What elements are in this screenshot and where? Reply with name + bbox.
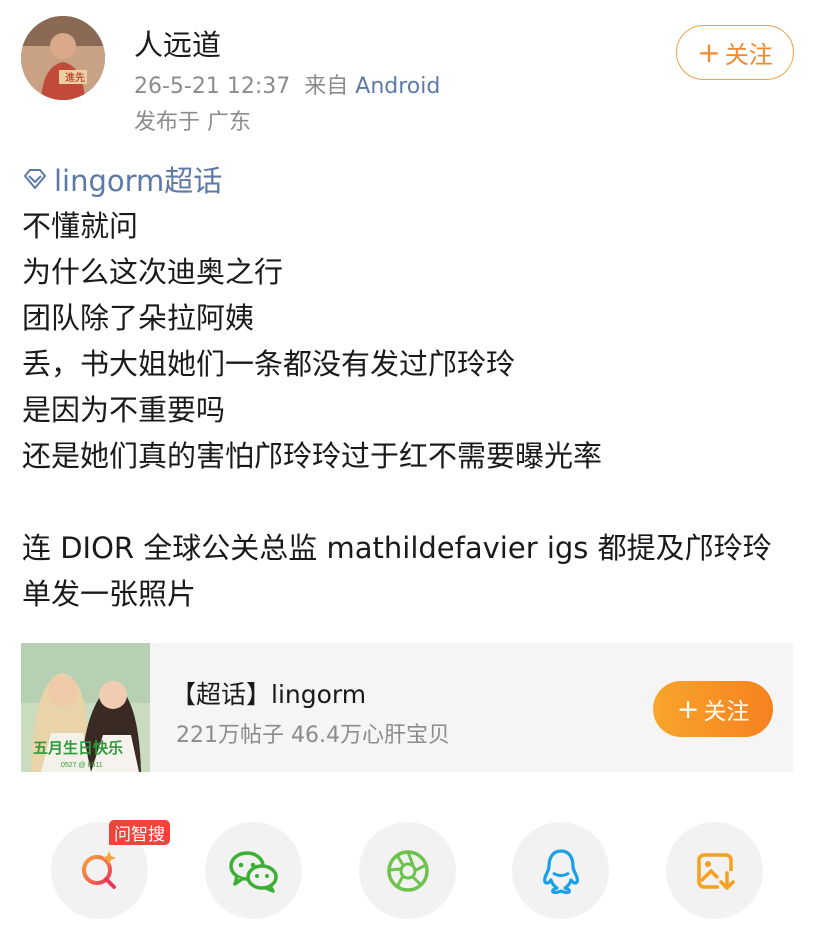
follow-button[interactable]: + 关注 [676,25,794,80]
card-title: 【超话】lingorm [171,680,367,709]
save-image-icon [696,852,735,891]
share-moments-button[interactable] [359,822,456,919]
post-text-line: 团队除了朵拉阿姨 [22,301,255,335]
ai-search-badge: 问智搜 [109,820,170,845]
svg-text:進先: 進先 [65,72,85,84]
save-image-button[interactable] [666,822,763,919]
topic-label: lingorm超话 [54,164,223,198]
source-link[interactable]: Android [355,74,440,99]
share-wechat-button[interactable] [205,822,302,919]
card-follow-button[interactable]: + 关注 [653,681,773,737]
wechat-icon [228,850,278,893]
post-meta: 26-5-21 12:37 来自 Android [134,68,440,100]
plus-icon: + [676,693,700,725]
avatar-image: 進先 [21,16,105,100]
diamond-icon [24,169,46,189]
plus-icon: + [697,35,721,69]
cover-title-text: 五月生日快乐 [33,739,123,757]
topic-cover-image: 五月生日快乐 0527 @ 0511 [21,643,150,772]
ai-search-icon [81,850,116,889]
super-topic-link[interactable]: lingorm超话 [22,158,222,200]
super-topic-card[interactable]: 五月生日快乐 0527 @ 0511 【超话】lingorm 221万帖子 46… [21,643,793,772]
weibo-post-page: 進先 人远道 26-5-21 12:37 来自 Android 发布于 广东 +… [0,0,821,928]
post-text-line: 为什么这次迪奥之行 [22,255,284,289]
avatar[interactable]: 進先 [21,16,105,100]
username[interactable]: 人远道 [134,22,221,64]
follow-label: 关注 [724,41,773,69]
moments-icon [386,849,429,892]
cover-date-text: 0527 @ 0511 [61,762,103,769]
source-prefix: 来自 [304,74,349,99]
post-text-line: 不懂就问 [22,209,139,243]
post-text-line: 是因为不重要吗 [22,393,226,427]
share-qq-button[interactable] [512,822,609,919]
qq-icon [542,848,579,894]
post-text-line: 丢，书大姐她们一条都没有发过邝玲玲 [22,347,516,381]
card-follow-label: 关注 [703,699,750,725]
post-text-line: 连 DIOR 全球公关总监 mathildefavier igs 都提及邝玲玲 [22,531,772,565]
post-text-line: 还是她们真的害怕邝玲玲过于红不需要曝光率 [22,439,603,473]
location: 发布于 广东 [134,110,251,135]
timestamp: 26-5-21 12:37 [134,74,291,99]
card-stats: 221万帖子 46.4万心肝宝贝 [176,723,450,748]
post-text-line: 单发一张照片 [22,577,197,611]
